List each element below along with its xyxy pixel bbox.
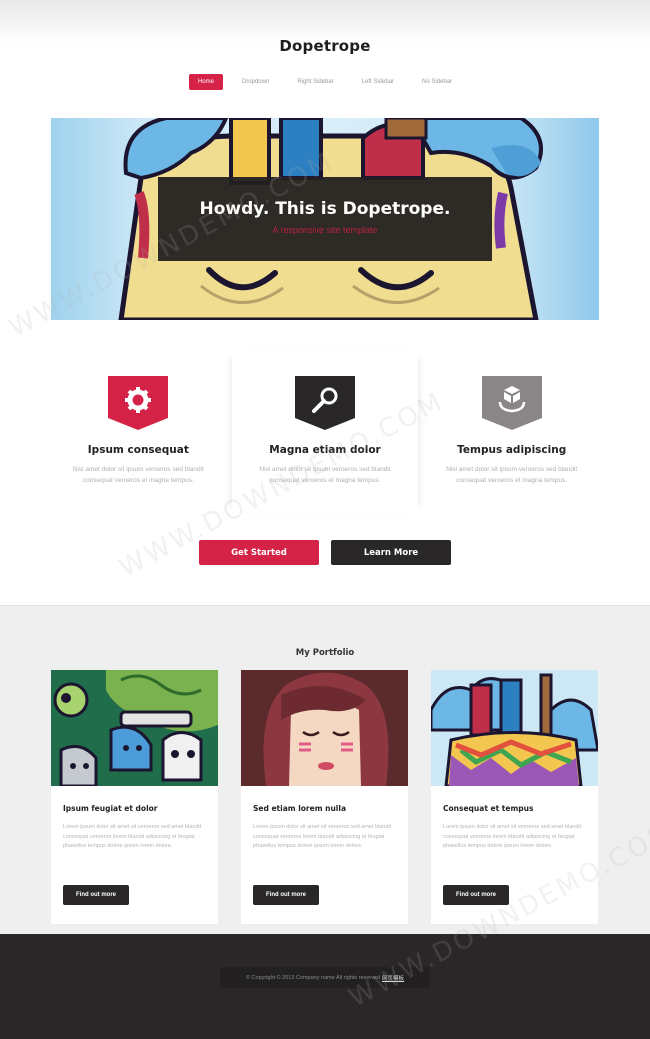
nav-item-no-sidebar[interactable]: No Sidebar [413,74,461,90]
nav-item-dropdown[interactable]: Dropdown [233,74,278,90]
feature-text: Nisl amet dolor sit ipsum veroeros sed b… [72,466,204,484]
find-out-more-button[interactable]: Find out more [63,885,129,905]
copyright-bar: © Copyright © 2013 Company name All righ… [220,967,430,988]
gear-icon [108,376,169,430]
portfolio-title: My Portfolio [295,648,355,658]
feature-item: Magna etiam dolor Nisl amet dolor sit ip… [232,352,419,512]
portfolio-section: My Portfolio Ipsum feugiat et dolor Lore… [0,605,650,935]
portfolio-card: Sed etiam lorem nulla Lorem ipsum dolor … [241,670,408,924]
hero-banner: Howdy. This is Dopetrope. A responsive s… [51,118,599,320]
portfolio-card: Consequat et tempus Lorem ipsum dolor si… [431,670,598,924]
portfolio-card: Ipsum feugiat et dolor Lorem ipsum dolor… [51,670,218,924]
feature-text: Nisl amet dolor sit ipsum veroeros sed b… [259,466,391,484]
footer-link[interactable]: 网页模板 [382,974,404,982]
site-footer: © Copyright © 2013 Company name All righ… [0,934,650,1039]
nav-item-left-sidebar[interactable]: Left Sidebar [353,74,403,90]
site-header: Dopetrope Home Dropdown Right Sidebar Le… [0,0,650,110]
hero-subtitle: A responsive site template [272,225,378,235]
feature-title: Ipsum consequat [87,444,189,456]
learn-more-button[interactable]: Learn More [331,540,451,565]
feature-text: Nisl amet dolor sit ipsum veroeros sed b… [446,466,578,484]
card-title: Ipsum feugiat et dolor [63,804,158,813]
site-logo[interactable]: Dopetrope [0,37,650,55]
cta-buttons: Get Started Learn More [0,540,650,565]
get-started-button[interactable]: Get Started [199,540,319,565]
portfolio-image-girl[interactable] [241,670,408,786]
portfolio-image-paint[interactable] [431,670,598,786]
hero-caption: Howdy. This is Dopetrope. A responsive s… [158,177,492,261]
feature-item: Tempus adipiscing Nisl amet dolor sit ip… [418,352,605,512]
card-title: Consequat et tempus [443,804,534,813]
main-nav: Home Dropdown Right Sidebar Left Sidebar… [0,74,650,90]
search-icon [295,376,355,430]
nav-item-home[interactable]: Home [188,74,223,90]
card-text: Lorem ipsum dolor sit amet sit veroeros … [443,824,582,849]
find-out-more-button[interactable]: Find out more [443,885,509,905]
hero-title: Howdy. This is Dopetrope. [199,199,451,219]
card-text: Lorem ipsum dolor sit amet sit veroeros … [63,824,202,849]
card-title: Sed etiam lorem nulla [253,804,347,813]
find-out-more-button[interactable]: Find out more [253,885,319,905]
features-section: Ipsum consequat Nisl amet dolor sit ipsu… [45,352,605,512]
feature-title: Magna etiam dolor [269,444,381,456]
card-text: Lorem ipsum dolor sit amet sit veroeros … [253,824,392,849]
copyright-text: © Copyright © 2013 Company name All righ… [245,974,381,981]
feature-title: Tempus adipiscing [457,444,567,456]
feature-item: Ipsum consequat Nisl amet dolor sit ipsu… [45,352,232,512]
portfolio-image-doodles[interactable] [51,670,218,786]
nav-item-right-sidebar[interactable]: Right Sidebar [288,74,342,90]
cube-icon [481,376,542,430]
